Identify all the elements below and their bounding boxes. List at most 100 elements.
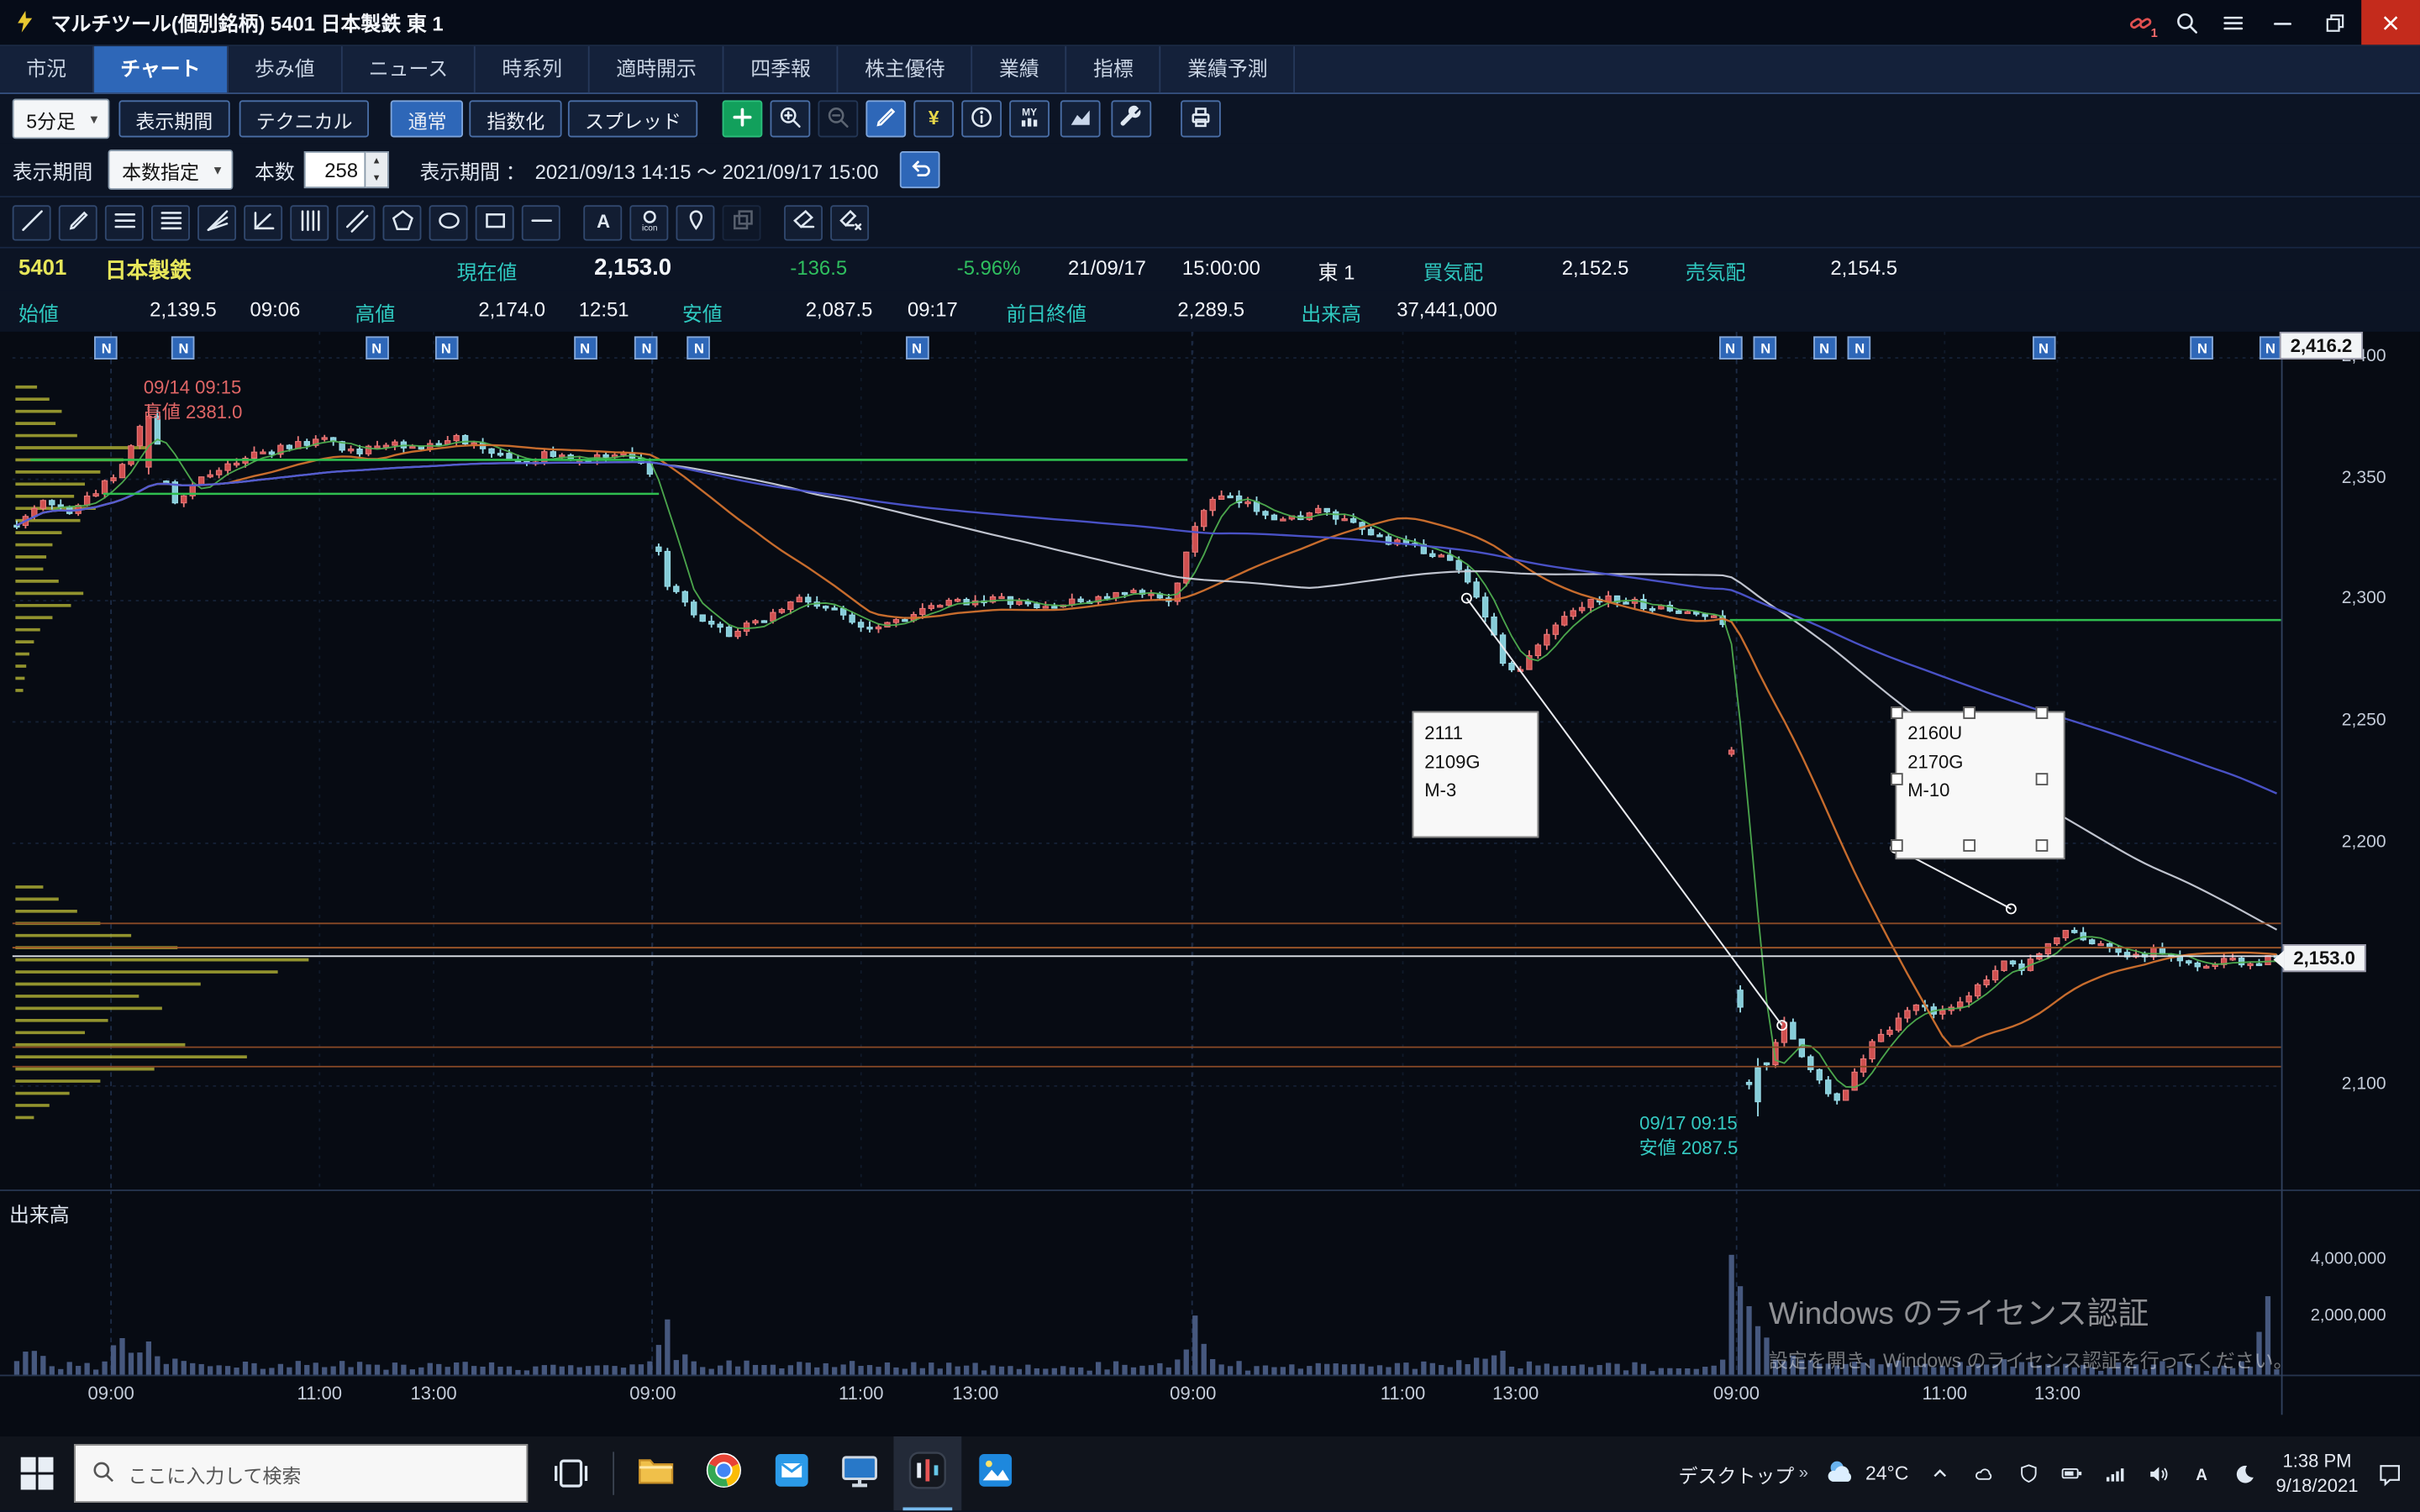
- tray-network-icon[interactable]: [2100, 1458, 2131, 1489]
- draw-tool-parallel[interactable]: [336, 204, 375, 239]
- my-chart-button[interactable]: MY: [1010, 100, 1050, 137]
- link-icon[interactable]: 1: [2118, 0, 2164, 45]
- volume-pane[interactable]: [13, 1189, 2281, 1374]
- selection-handle[interactable]: [2036, 773, 2049, 785]
- draw-tool-eraser[interactable]: [784, 204, 823, 239]
- mode-button-スプレッド[interactable]: スプレッド: [568, 100, 698, 137]
- technical-button[interactable]: テクニカル: [239, 100, 369, 137]
- chart-app-taskbar-button[interactable]: [893, 1436, 961, 1510]
- taskbar-clock[interactable]: 1:38 PM 9/18/2021: [2275, 1448, 2358, 1498]
- draw-tool-hsegment[interactable]: [522, 204, 560, 239]
- info-button[interactable]: [962, 100, 1002, 137]
- draw-button[interactable]: [866, 100, 907, 137]
- selection-handle[interactable]: [1891, 839, 1903, 852]
- mode-button-通常[interactable]: 通常: [391, 100, 463, 137]
- display-taskbar-button[interactable]: [826, 1436, 894, 1510]
- selection-handle[interactable]: [1891, 773, 1903, 785]
- close-button[interactable]: [2361, 0, 2420, 45]
- news-marker[interactable]: N: [2191, 336, 2214, 360]
- explorer-taskbar-button[interactable]: [622, 1436, 690, 1510]
- tab-時系列[interactable]: 時系列: [476, 46, 590, 92]
- news-marker[interactable]: N: [2259, 336, 2282, 360]
- draw-tool-fan[interactable]: [197, 204, 236, 239]
- desktop-toolbar[interactable]: デスクトップ »: [1679, 1459, 1809, 1488]
- news-marker[interactable]: N: [573, 336, 597, 360]
- hidden-icons-chevron[interactable]: [1924, 1458, 1955, 1489]
- menu-icon[interactable]: [2210, 0, 2256, 45]
- tab-業績[interactable]: 業績: [973, 46, 1067, 92]
- draw-tool-hlines[interactable]: [105, 204, 144, 239]
- tray-volume-icon[interactable]: [2144, 1458, 2175, 1489]
- tray-shield-icon[interactable]: [2013, 1458, 2044, 1489]
- draw-tool-ellipse[interactable]: [429, 204, 468, 239]
- selection-handle[interactable]: [2036, 839, 2049, 852]
- print-button[interactable]: [1181, 100, 1222, 137]
- news-marker[interactable]: N: [2032, 336, 2055, 360]
- tab-市況[interactable]: 市況: [0, 46, 94, 92]
- reset-period-button[interactable]: [900, 151, 940, 188]
- minimize-button[interactable]: [2256, 0, 2308, 45]
- period-mode-select[interactable]: 本数指定 ▼: [108, 150, 234, 190]
- news-marker[interactable]: N: [434, 336, 458, 360]
- draw-tool-pentagon[interactable]: [383, 204, 422, 239]
- news-marker[interactable]: N: [1812, 336, 1836, 360]
- news-marker[interactable]: N: [1848, 336, 1871, 360]
- draw-tool-stamp[interactable]: icon: [629, 204, 668, 239]
- selection-handle[interactable]: [1963, 706, 1975, 719]
- start-button[interactable]: [0, 1436, 74, 1510]
- annotation-box[interactable]: 21112109GM-3: [1413, 711, 1539, 838]
- news-marker[interactable]: N: [1754, 336, 1777, 360]
- tray-ime-a-icon[interactable]: A: [2186, 1458, 2217, 1489]
- chart-canvas[interactable]: NNNNNNNNNNNNNNN 2,4002,3502,3002,2502,20…: [0, 332, 2420, 1436]
- news-marker[interactable]: N: [635, 336, 659, 360]
- news-marker[interactable]: N: [365, 336, 388, 360]
- tab-四季報[interactable]: 四季報: [724, 46, 839, 92]
- tab-適時開示[interactable]: 適時開示: [590, 46, 724, 92]
- count-spinner[interactable]: ▲▼: [366, 151, 389, 188]
- draw-tool-eraser-all[interactable]: [830, 204, 869, 239]
- draw-tool-trendline[interactable]: [13, 204, 51, 239]
- draw-tool-angle[interactable]: [244, 204, 282, 239]
- news-marker[interactable]: N: [687, 336, 711, 360]
- news-marker[interactable]: N: [1718, 336, 1742, 360]
- area-chart-button[interactable]: [1061, 100, 1102, 137]
- zoom-out-button[interactable]: [818, 100, 859, 137]
- tab-ニュース[interactable]: ニュース: [343, 46, 476, 92]
- spinner-down-icon[interactable]: ▼: [366, 170, 387, 186]
- interval-select[interactable]: 5分足 ▼: [13, 99, 109, 139]
- notification-center-icon[interactable]: [2374, 1458, 2405, 1489]
- draw-tool-rect[interactable]: [476, 204, 514, 239]
- restore-button[interactable]: [2309, 0, 2361, 45]
- draw-tool-pencil[interactable]: [59, 204, 97, 239]
- chrome-taskbar-button[interactable]: [690, 1436, 758, 1510]
- tray-cloud-icon[interactable]: [1970, 1458, 2002, 1489]
- taskbar-search-input[interactable]: ここに入力して検索: [74, 1444, 528, 1503]
- tab-歩み値[interactable]: 歩み値: [229, 46, 343, 92]
- settings-button[interactable]: [1112, 100, 1152, 137]
- task-view-button[interactable]: [537, 1436, 605, 1510]
- news-marker[interactable]: N: [95, 336, 118, 360]
- search-icon[interactable]: [2164, 0, 2210, 45]
- add-button[interactable]: [723, 100, 763, 137]
- bar-count-input[interactable]: [304, 151, 366, 188]
- news-marker[interactable]: N: [172, 336, 196, 360]
- zoom-in-button[interactable]: [771, 100, 811, 137]
- photos-taskbar-button[interactable]: [961, 1436, 1029, 1510]
- draw-tool-copy[interactable]: [723, 204, 761, 239]
- tray-battery-icon[interactable]: [2057, 1458, 2088, 1489]
- tab-指標[interactable]: 指標: [1067, 46, 1161, 92]
- tab-業績予測[interactable]: 業績予測: [1161, 46, 1296, 92]
- selection-handle[interactable]: [1891, 706, 1903, 719]
- weather-widget[interactable]: 24°C: [1823, 1454, 1908, 1493]
- selection-handle[interactable]: [2036, 706, 2049, 719]
- news-marker[interactable]: N: [905, 336, 929, 360]
- mail-taskbar-button[interactable]: [758, 1436, 826, 1510]
- spinner-up-icon[interactable]: ▲: [366, 153, 387, 170]
- tab-株主優待[interactable]: 株主優待: [839, 46, 973, 92]
- yen-button[interactable]: ¥: [914, 100, 955, 137]
- tray-moon-icon[interactable]: [2229, 1458, 2260, 1489]
- draw-tool-marker[interactable]: [676, 204, 714, 239]
- tab-チャート[interactable]: チャート: [94, 46, 229, 92]
- draw-tool-hlines-dense[interactable]: [151, 204, 190, 239]
- display-period-button[interactable]: 表示期間: [118, 100, 229, 137]
